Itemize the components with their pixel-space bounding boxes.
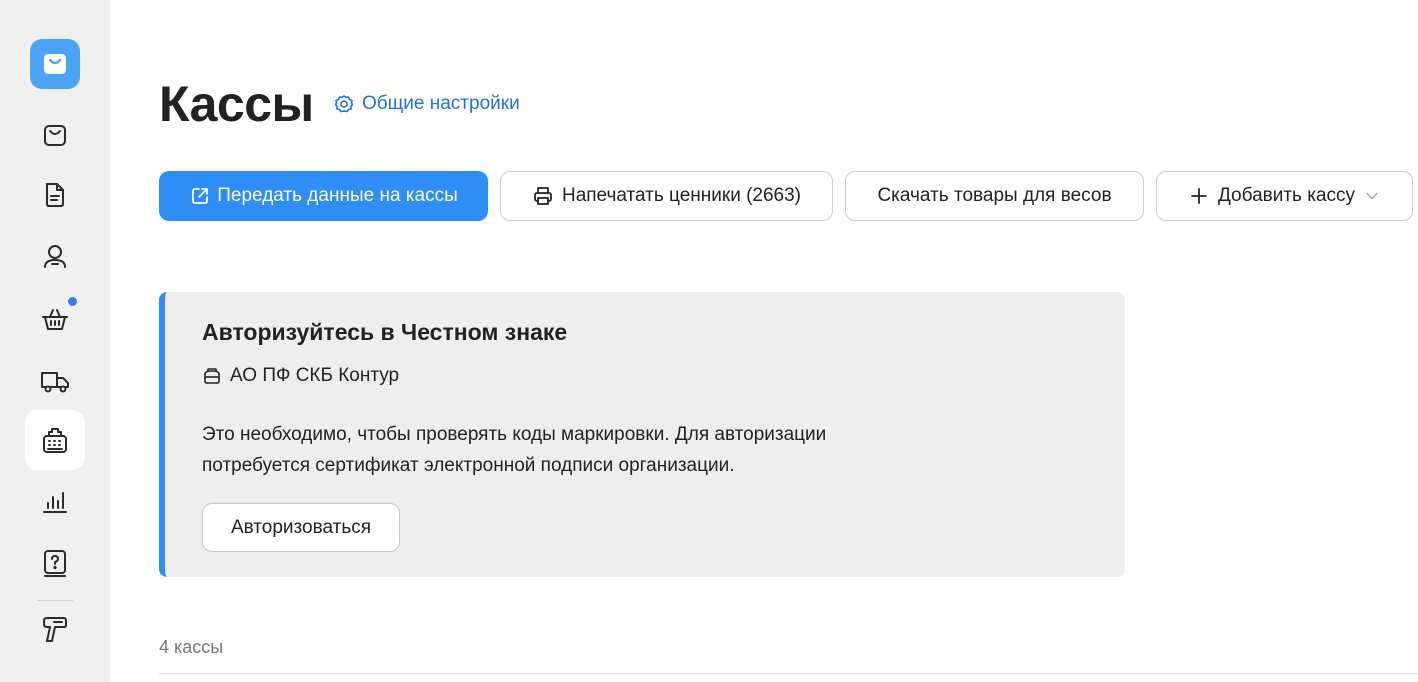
basket-icon xyxy=(42,309,68,330)
sidebar-item-reports[interactable] xyxy=(25,471,85,531)
plus-icon xyxy=(1191,188,1207,204)
send-data-label: Передать данные на кассы xyxy=(217,185,458,206)
authorize-button[interactable]: Авторизоваться xyxy=(202,503,400,552)
notice-organization: АО ПФ СКБ Контур xyxy=(202,365,399,387)
notification-dot xyxy=(67,296,78,307)
notice-description: Это необходимо, чтобы проверять коды мар… xyxy=(202,419,826,481)
sidebar-item-documents[interactable] xyxy=(25,165,85,225)
help-icon xyxy=(44,550,66,577)
sidebar-item-customers[interactable] xyxy=(25,227,85,287)
honest-sign-notice: Авторизуйтесь в Честном знаке АО ПФ СКБ … xyxy=(159,292,1125,577)
printer-icon xyxy=(534,187,552,205)
add-register-label: Добавить кассу xyxy=(1217,185,1356,206)
divider xyxy=(159,673,1418,674)
barcode-scanner-icon xyxy=(43,617,67,642)
app-logo[interactable] xyxy=(30,39,80,89)
shopping-bag-icon xyxy=(44,54,66,74)
notice-description-line: Это необходимо, чтобы проверять коды мар… xyxy=(202,424,827,445)
gear-icon xyxy=(334,95,354,113)
sidebar-item-scanner[interactable] xyxy=(25,600,85,660)
bag-icon xyxy=(44,125,66,146)
general-settings-link[interactable]: Общие настройки xyxy=(334,92,520,116)
truck-icon xyxy=(41,372,69,393)
download-scales-label: Скачать товары для весов xyxy=(877,185,1112,206)
document-icon xyxy=(46,183,64,207)
user-icon xyxy=(44,245,66,268)
notice-title: Авторизуйтесь в Честном знаке xyxy=(202,319,568,345)
sidebar-item-orders[interactable] xyxy=(25,105,85,165)
organization-name: АО ПФ СКБ Контур xyxy=(230,365,400,386)
general-settings-label: Общие настройки xyxy=(362,93,520,114)
organization-icon xyxy=(204,368,220,384)
chevron-down-icon xyxy=(1366,192,1378,200)
sidebar-item-registers[interactable] xyxy=(25,410,85,470)
print-labels-label: Напечатать ценники (2663) xyxy=(561,185,802,206)
notice-description-line: потребуется сертификат электронной подпи… xyxy=(202,455,735,476)
download-scales-button[interactable]: Скачать товары для весов xyxy=(845,171,1144,221)
send-data-button[interactable]: Передать данные на кассы xyxy=(159,171,488,221)
sidebar-item-help[interactable] xyxy=(25,533,85,593)
page-title: Кассы xyxy=(159,76,314,132)
add-register-button[interactable]: Добавить кассу xyxy=(1156,171,1413,221)
registers-count: 4 кассы xyxy=(159,637,224,657)
cash-register-icon xyxy=(43,428,67,453)
sidebar-item-purchases[interactable] xyxy=(25,289,85,349)
print-labels-button[interactable]: Напечатать ценники (2663) xyxy=(500,171,833,221)
sidebar xyxy=(0,0,110,682)
export-icon xyxy=(192,188,209,204)
chart-icon xyxy=(43,492,67,513)
sidebar-item-delivery[interactable] xyxy=(25,351,85,411)
